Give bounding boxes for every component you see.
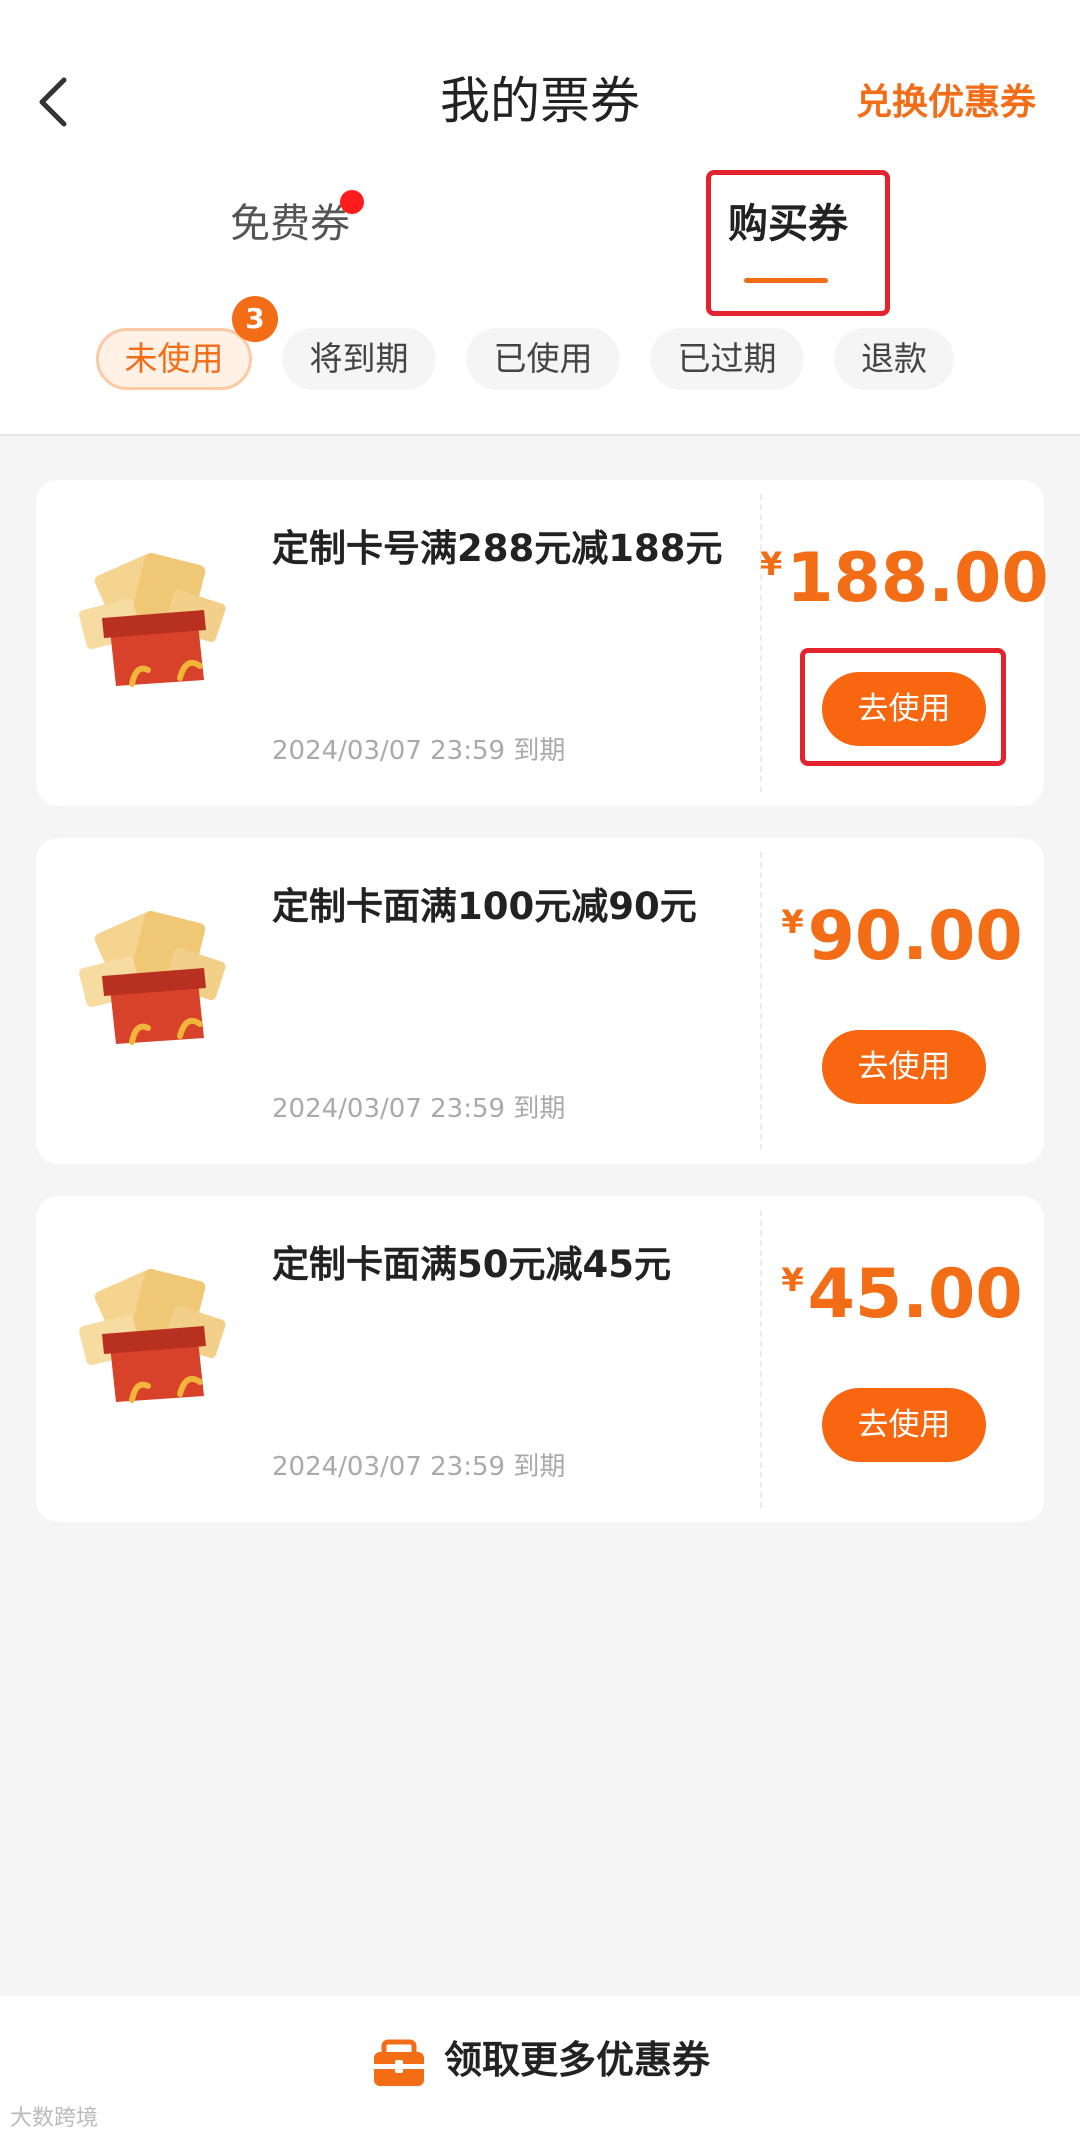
tab-label: 购买券	[728, 201, 848, 247]
tab-label: 免费券	[230, 201, 350, 247]
bottom-bar: 领取更多优惠券	[0, 1996, 1080, 2138]
tab-free-coupons[interactable]: 免费券	[230, 190, 364, 252]
gift-box-icon	[79, 552, 226, 687]
coupon-name: 定制卡号满288元减188元	[272, 527, 723, 570]
use-coupon-button[interactable]: 去使用	[822, 1388, 986, 1462]
gift-box-icon	[79, 910, 226, 1045]
get-more-coupons-label: 领取更多优惠券	[443, 2038, 710, 2082]
use-coupon-button[interactable]: 去使用	[822, 1030, 986, 1104]
coupon-name: 定制卡面满100元减90元	[272, 885, 697, 928]
filter-expired[interactable]: 已过期	[650, 328, 804, 390]
coupon-value: ¥45.00	[760, 1250, 1044, 1340]
coupon-amount: 188.00	[786, 539, 1049, 618]
notification-dot	[340, 190, 364, 214]
coupon-value: ¥90.00	[760, 892, 1044, 982]
coupon-amount: 45.00	[807, 1255, 1023, 1334]
currency-symbol: ¥	[781, 1261, 804, 1299]
filter-expiring[interactable]: 将到期	[282, 328, 436, 390]
coupon-amount: 90.00	[807, 897, 1023, 976]
filter-unused[interactable]: 未使用	[96, 328, 252, 390]
filter-used[interactable]: 已使用	[466, 328, 620, 390]
coupon-value: ¥188.00	[760, 534, 1049, 624]
coupon-card: 定制卡面满100元减90元 2024/03/07 23:59 到期 ¥90.00…	[36, 838, 1044, 1164]
filter-refund[interactable]: 退款	[834, 328, 954, 390]
coupon-bag-icon	[373, 2039, 424, 2086]
top-panel: 我的票券 兑换优惠券 免费券 购买券 未使用 3 将到期 已使用 已过期 退款	[0, 0, 1080, 436]
tab-purchased-coupons[interactable]: 购买券	[728, 196, 848, 252]
watermark: 大数跨境	[10, 2106, 99, 2131]
coupon-expiry: 2024/03/07 23:59 到期	[272, 1094, 566, 1124]
coupon-name: 定制卡面满50元减45元	[272, 1243, 671, 1286]
coupon-expiry: 2024/03/07 23:59 到期	[272, 736, 566, 766]
coupon-card: 定制卡面满50元减45元 2024/03/07 23:59 到期 ¥45.00 …	[36, 1196, 1044, 1522]
use-coupon-button[interactable]: 去使用	[822, 672, 986, 746]
coupon-card: 定制卡号满288元减188元 2024/03/07 23:59 到期 ¥188.…	[36, 480, 1049, 806]
unused-count-badge: 3	[232, 296, 278, 342]
coupon-expiry: 2024/03/07 23:59 到期	[272, 1452, 566, 1482]
get-more-coupons-button[interactable]: 领取更多优惠券	[0, 2032, 1080, 2088]
currency-symbol: ¥	[781, 903, 804, 941]
active-tab-indicator	[744, 278, 828, 283]
redeem-coupon-link[interactable]: 兑换优惠券	[856, 78, 1036, 128]
currency-symbol: ¥	[760, 545, 783, 583]
gift-box-icon	[79, 1268, 226, 1403]
